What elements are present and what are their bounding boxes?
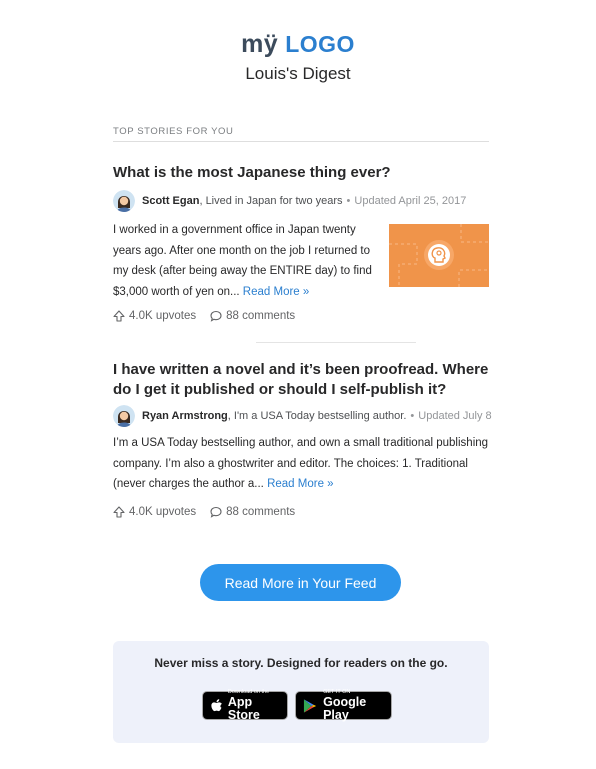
digest-title: Louis's Digest <box>245 64 351 83</box>
app-store-badge[interactable]: Download on the App Store <box>202 689 288 722</box>
comment-count: 88 comments <box>226 506 296 518</box>
logo: mÿ LOGO <box>0 30 596 59</box>
read-more-link[interactable]: Read More » <box>243 286 309 298</box>
logo-my: mÿ <box>241 30 279 58</box>
story-title[interactable]: What is the most Japanese thing ever? <box>113 163 489 183</box>
upvote-icon <box>113 506 125 518</box>
logo-word: LOGO <box>285 31 355 57</box>
google-play-icon <box>303 698 317 713</box>
comments-button[interactable]: 88 comments <box>210 310 295 322</box>
comments-button[interactable]: 88 comments <box>210 506 295 518</box>
google-play-badge[interactable]: GET IT ON Google Play <box>295 689 392 722</box>
apple-icon <box>211 698 222 711</box>
comment-icon <box>210 506 222 518</box>
updated-date: Updated April 25, 2017 <box>354 195 467 207</box>
section-label: TOP STORIES FOR YOU <box>113 126 234 137</box>
read-more-feed-button[interactable]: Read More in Your Feed <box>200 564 401 601</box>
story-byline: Scott Egan , Lived in Japan for two year… <box>113 189 466 213</box>
google-play-label: Google Play <box>323 695 367 722</box>
upvote-count: 4.0K upvotes <box>129 310 197 322</box>
byline-separator: • <box>410 410 415 422</box>
story-stats: 4.0K upvotes 88 comments <box>113 506 309 518</box>
comment-icon <box>210 310 222 322</box>
story-stats: 4.0K upvotes 88 comments <box>113 310 309 322</box>
author-credential: , I'm a USA Today bestselling author. <box>227 410 407 422</box>
avatar[interactable] <box>113 190 135 212</box>
story-divider <box>256 342 416 343</box>
section-divider <box>113 141 489 142</box>
story-title[interactable]: I have written a novel and it’s been pro… <box>113 360 489 400</box>
story-excerpt: I’m a USA Today bestselling author, and … <box>113 433 489 495</box>
author-name[interactable]: Scott Egan <box>142 195 199 207</box>
upvote-button[interactable]: 4.0K upvotes <box>113 310 196 322</box>
upvote-icon <box>113 310 125 322</box>
byline-separator: • <box>346 195 351 207</box>
promo-text: Never miss a story. Designed for readers… <box>154 656 448 670</box>
updated-date: Updated July 8 <box>418 410 492 422</box>
upvote-button[interactable]: 4.0K upvotes <box>113 506 196 518</box>
author-credential: , Lived in Japan for two years <box>199 195 343 207</box>
story-thumbnail[interactable] <box>389 224 489 287</box>
author-name[interactable]: Ryan Armstrong <box>142 410 228 422</box>
app-store-label: App Store <box>227 695 260 722</box>
upvote-count: 4.0K upvotes <box>129 506 197 518</box>
comment-count: 88 comments <box>226 310 296 322</box>
story-byline: Ryan Armstrong , I'm a USA Today bestsel… <box>113 404 492 428</box>
avatar[interactable] <box>113 405 135 427</box>
read-more-link[interactable]: Read More » <box>267 478 333 490</box>
story-excerpt: I worked in a government office in Japan… <box>113 220 381 302</box>
app-promo-panel: Never miss a story. Designed for readers… <box>113 641 489 743</box>
